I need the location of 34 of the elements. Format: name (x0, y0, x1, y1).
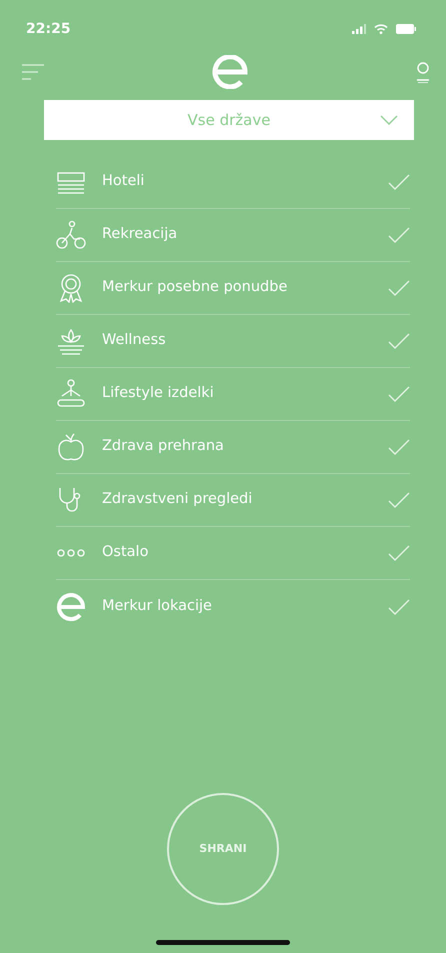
category-item[interactable]: Wellness (56, 315, 410, 368)
signal-icon (352, 24, 366, 34)
status-time: 22:25 (26, 20, 71, 38)
chevron-down-icon (380, 115, 398, 125)
apple-icon (56, 432, 86, 462)
wifi-icon (374, 24, 388, 34)
country-dropdown[interactable]: Vse države (44, 100, 414, 140)
category-item[interactable]: Rekreacija (56, 209, 410, 262)
category-label: Merkur posebne ponudbe (102, 278, 288, 298)
battery-icon (396, 24, 416, 34)
logo-icon (56, 592, 86, 622)
category-label: Zdravstveni pregledi (102, 490, 254, 510)
category-label: Wellness (102, 331, 167, 350)
category-label: Ostalo (102, 543, 150, 562)
category-item[interactable]: Merkur lokacije (56, 580, 410, 633)
category-label: Hoteli (102, 172, 146, 192)
category-item[interactable]: Merkur posebne ponudbe (56, 262, 410, 315)
dots-icon (56, 549, 86, 557)
category-item[interactable]: Zdrava prehrana (56, 421, 410, 474)
category-label: Zdrava prehrana (102, 437, 225, 456)
save-button[interactable]: SHRANI (167, 793, 279, 905)
category-item[interactable]: Lifestyle izdelki (56, 368, 410, 421)
category-item[interactable]: Ostalo (56, 527, 410, 580)
category-label: Lifestyle izdelki (102, 384, 215, 404)
category-item[interactable]: Hoteli (56, 156, 410, 209)
cyclist-icon (56, 220, 86, 250)
logo-icon (210, 55, 250, 89)
category-label: Rekreacija (102, 225, 178, 244)
spa-icon (56, 326, 86, 356)
user-icon[interactable] (416, 61, 430, 83)
yoga-icon (56, 379, 86, 409)
menu-icon[interactable] (22, 64, 44, 80)
category-item[interactable]: Zdravstveni pregledi (56, 474, 410, 527)
category-label: Merkur lokacije (102, 596, 213, 616)
